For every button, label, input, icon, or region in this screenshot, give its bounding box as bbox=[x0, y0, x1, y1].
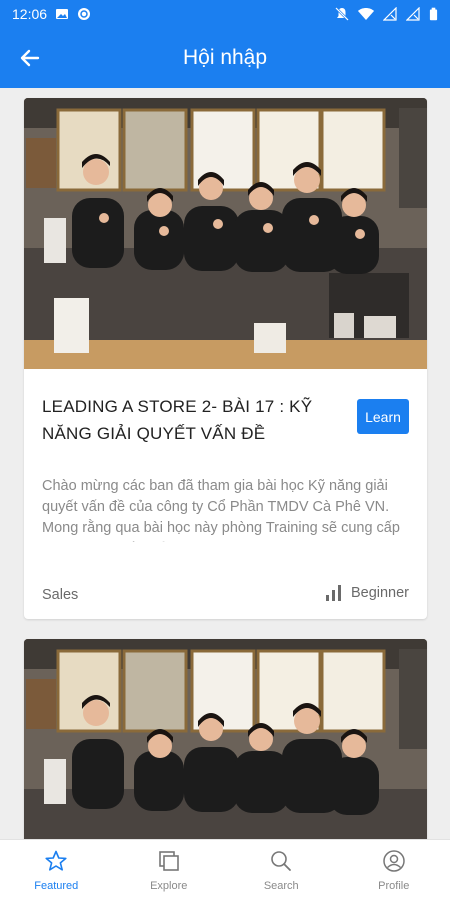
course-image bbox=[24, 98, 427, 369]
signal-off-icon bbox=[406, 7, 420, 21]
course-image bbox=[24, 639, 427, 839]
profile-icon bbox=[383, 850, 405, 872]
nav-profile-label: Profile bbox=[378, 880, 410, 892]
search-icon bbox=[271, 851, 292, 871]
nav-featured[interactable]: Featured bbox=[0, 840, 113, 900]
status-bar: 12:06 bbox=[0, 0, 450, 28]
signal-off-icon bbox=[383, 7, 397, 21]
sync-icon bbox=[78, 8, 91, 20]
wifi-icon bbox=[358, 8, 374, 20]
page-title: Hội nhập bbox=[182, 46, 268, 69]
course-card[interactable]: LEADING A STORE 2- BÀI 17 : KỸ NĂNG GIẢI… bbox=[24, 98, 427, 619]
app-bar: Hội nhập bbox=[0, 28, 450, 88]
nav-search[interactable]: Search bbox=[225, 840, 338, 900]
course-feed[interactable]: LEADING A STORE 2- BÀI 17 : KỸ NĂNG GIẢI… bbox=[0, 88, 450, 839]
learn-button[interactable]: Learn bbox=[357, 399, 409, 434]
nav-featured-label: Featured bbox=[34, 880, 79, 892]
bottom-nav: Featured Explore Search Profile bbox=[0, 839, 450, 900]
course-card[interactable] bbox=[24, 639, 427, 839]
course-level-label: Beginner bbox=[350, 585, 409, 601]
nav-profile[interactable]: Profile bbox=[338, 840, 450, 900]
mute-icon bbox=[335, 7, 349, 21]
back-button[interactable] bbox=[14, 42, 46, 74]
status-time: 12:06 bbox=[12, 6, 48, 22]
nav-explore[interactable]: Explore bbox=[113, 840, 226, 900]
level-bars-icon bbox=[325, 585, 341, 601]
course-title[interactable]: LEADING A STORE 2- BÀI 17 : KỸ NĂNG GIẢI… bbox=[42, 393, 342, 447]
course-description: Chào mừng các ban đã tham gia bài học Kỹ… bbox=[42, 478, 400, 542]
course-level: Beginner bbox=[325, 585, 409, 601]
nav-explore-label: Explore bbox=[150, 880, 188, 892]
star-icon bbox=[45, 850, 67, 871]
explore-icon bbox=[158, 851, 179, 871]
battery-icon bbox=[429, 7, 438, 21]
image-icon bbox=[56, 9, 69, 19]
course-category: Sales bbox=[42, 587, 79, 603]
arrow-left-icon bbox=[20, 49, 40, 67]
nav-search-label: Search bbox=[263, 880, 299, 892]
